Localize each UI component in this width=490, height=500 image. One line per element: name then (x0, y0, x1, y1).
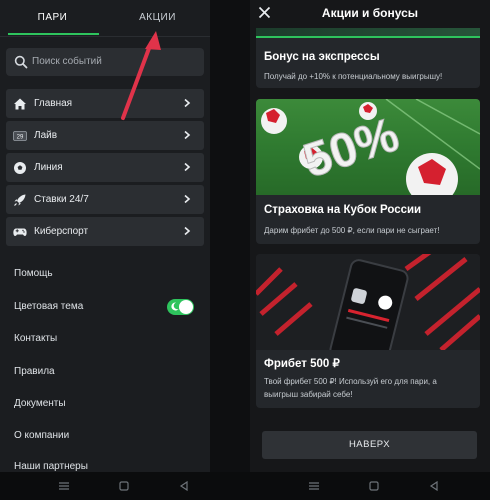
home-square-icon[interactable] (118, 480, 130, 492)
soccer-ball-icon (261, 108, 287, 134)
live-icon: 29 (13, 131, 27, 141)
card-subtitle: Твой фрибет 500 ₽! Используй его для пар… (264, 377, 437, 399)
back-icon[interactable] (178, 480, 190, 492)
side-menu: ПАРИ АКЦИИ Поиск событий Главная 29 Лайв… (0, 0, 210, 500)
promotions-panel: Бонус на экспрессы Получай до +10% к пот… (250, 0, 490, 500)
card-title: Страховка на Кубок России (264, 204, 422, 216)
promotions-header: Акции и бонусы (250, 0, 490, 28)
nav-item-live[interactable]: 29 Лайв (6, 121, 204, 150)
theme-toggle[interactable] (167, 299, 194, 315)
link-documents[interactable]: Документы (14, 398, 66, 409)
dimmed-background (210, 0, 250, 500)
chevron-right-icon (184, 162, 191, 172)
link-contacts[interactable]: Контакты (14, 333, 57, 344)
menu-icon[interactable] (308, 480, 320, 492)
tab-akcii[interactable]: АКЦИИ (105, 0, 210, 36)
chevron-right-icon (184, 194, 191, 204)
chevron-right-icon (184, 130, 191, 140)
promo-image (256, 254, 480, 350)
promo-percent-text: 50% (297, 108, 405, 188)
card-title: Фрибет 500 ₽ (264, 358, 340, 370)
promo-card-insurance[interactable]: 50% Страховка на Кубок России Дарим фриб… (256, 99, 480, 244)
link-about[interactable]: О компании (14, 430, 69, 441)
search-input[interactable]: Поиск событий (6, 48, 204, 76)
search-placeholder: Поиск событий (32, 56, 102, 67)
tab-pari[interactable]: ПАРИ (0, 0, 105, 36)
card-subtitle: Получай до +10% к потенциальному выигрыш… (264, 72, 443, 81)
active-tab-indicator (8, 33, 99, 35)
soccer-ball-icon (406, 153, 458, 195)
nav-item-bets-247[interactable]: Ставки 24/7 (6, 185, 204, 214)
promo-card-freebet[interactable]: Фрибет 500 ₽ Твой фрибет 500 ₽! Использу… (256, 254, 480, 408)
soccer-ball-icon (14, 162, 26, 174)
nav-item-label: Киберспорт (34, 226, 89, 237)
nav-item-label: Главная (34, 98, 73, 109)
scroll-to-top-button[interactable]: НАВЕРХ (262, 431, 477, 459)
moon-icon (171, 302, 179, 311)
home-square-icon[interactable] (368, 480, 380, 492)
football-field-illustration: 50% (261, 99, 480, 195)
menu-icon[interactable] (58, 480, 70, 492)
nav-item-esports[interactable]: Киберспорт (6, 217, 204, 246)
nav-item-label: Лайв (34, 130, 58, 141)
live-badge: 29 (17, 135, 24, 141)
home-icon (14, 98, 26, 110)
nav-item-line[interactable]: Линия (6, 153, 204, 182)
chevron-right-icon (184, 98, 191, 108)
link-color-theme[interactable]: Цветовая тема (14, 301, 83, 312)
phone-illustration (256, 254, 480, 350)
link-help[interactable]: Помощь (14, 268, 53, 279)
rocket-icon (14, 194, 26, 206)
nav-item-home[interactable]: Главная (6, 89, 204, 118)
promo-image: 50% (256, 99, 480, 195)
back-icon[interactable] (428, 480, 440, 492)
search-icon (14, 55, 28, 69)
menu-tabs: ПАРИ АКЦИИ (0, 0, 210, 37)
gamepad-icon (13, 228, 27, 236)
system-nav-bar (0, 472, 490, 500)
nav-item-label: Ставки 24/7 (34, 194, 89, 205)
link-rules[interactable]: Правила (14, 366, 55, 377)
toggle-knob (179, 300, 193, 314)
link-partners[interactable]: Наши партнеры (14, 461, 88, 472)
card-subtitle: Дарим фрибет до 500 ₽, если пари не сыгр… (264, 226, 440, 235)
page-title: Акции и бонусы (321, 6, 419, 20)
chevron-right-icon (184, 226, 191, 236)
card-title: Бонус на экспрессы (264, 51, 380, 63)
nav-item-label: Линия (34, 162, 63, 173)
